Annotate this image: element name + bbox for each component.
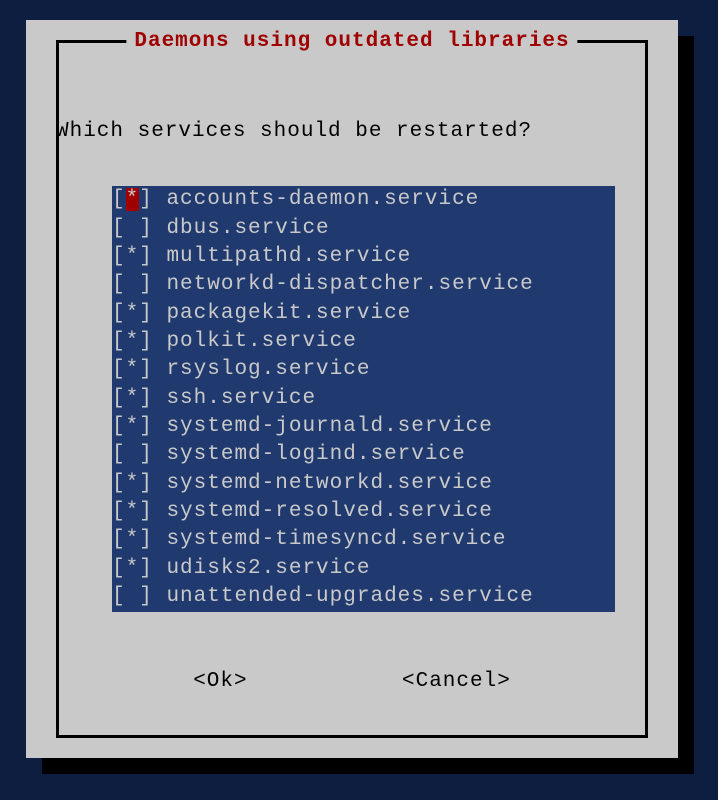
checkbox-mark[interactable]: * [126,415,140,438]
service-item[interactable]: [*] systemd-resolved.service [112,498,615,526]
ok-button[interactable]: <Ok> [193,668,247,696]
checkbox-open-bracket: [ [112,273,126,296]
service-item[interactable]: [*] ssh.service [112,385,615,413]
checkbox-open-bracket: [ [112,500,126,523]
service-item[interactable]: [*] multipathd.service [112,243,615,271]
checkbox-mark[interactable]: * [126,330,140,353]
checkbox-close-bracket: ] [139,245,166,268]
checkbox-open-bracket: [ [112,415,126,438]
checkbox-close-bracket: ] [139,585,166,608]
dialog-title: Daemons using outdated libraries [126,28,577,56]
checkbox-mark[interactable]: * [126,387,140,410]
service-name: udisks2.service [166,557,615,580]
checkbox-mark[interactable]: * [126,245,140,268]
service-item[interactable]: [ ] dbus.service [112,215,615,243]
checkbox-close-bracket: ] [139,387,166,410]
checkbox-close-bracket: ] [139,188,166,211]
service-name: networkd-dispatcher.service [166,273,615,296]
checkbox-open-bracket: [ [112,330,126,353]
service-name: multipathd.service [166,245,615,268]
service-name: systemd-journald.service [166,415,615,438]
checkbox-open-bracket: [ [112,188,126,211]
service-name: ssh.service [166,387,615,410]
dialog-content: Which services should be restarted? [*] … [56,70,648,728]
checkbox-mark[interactable]: * [126,358,140,381]
service-name: systemd-timesyncd.service [166,528,615,551]
checkbox-close-bracket: ] [139,500,166,523]
button-bar: <Ok> <Cancel> [56,668,648,696]
service-name: packagekit.service [166,302,615,325]
checkbox-close-bracket: ] [139,217,166,240]
checkbox-open-bracket: [ [112,557,126,580]
service-name: polkit.service [166,330,615,353]
checkbox-close-bracket: ] [139,472,166,495]
checkbox-close-bracket: ] [139,443,166,466]
service-item[interactable]: [*] rsyslog.service [112,356,615,384]
checkbox-open-bracket: [ [112,387,126,410]
checkbox-mark[interactable]: * [126,557,140,580]
checkbox-open-bracket: [ [112,585,126,608]
service-item[interactable]: [*] accounts-daemon.service [112,186,615,214]
checkbox-open-bracket: [ [112,302,126,325]
checkbox-close-bracket: ] [139,273,166,296]
checkbox-close-bracket: ] [139,302,166,325]
checkbox-open-bracket: [ [112,217,126,240]
checkbox-open-bracket: [ [112,358,126,381]
checkbox-close-bracket: ] [139,528,166,551]
service-item[interactable]: [ ] unattended-upgrades.service [112,583,615,611]
checkbox-mark[interactable] [126,585,140,608]
checkbox-mark[interactable]: * [126,188,140,211]
checkbox-open-bracket: [ [112,245,126,268]
service-name: accounts-daemon.service [166,188,615,211]
service-item[interactable]: [*] systemd-networkd.service [112,470,615,498]
checkbox-close-bracket: ] [139,415,166,438]
service-item[interactable]: [*] systemd-timesyncd.service [112,526,615,554]
service-name: rsyslog.service [166,358,615,381]
cancel-button[interactable]: <Cancel> [402,668,511,696]
service-name: systemd-resolved.service [166,500,615,523]
checkbox-mark[interactable]: * [126,302,140,325]
service-name: dbus.service [166,217,615,240]
checkbox-mark[interactable]: * [126,500,140,523]
checkbox-mark[interactable] [126,217,140,240]
checkbox-close-bracket: ] [139,330,166,353]
checkbox-mark[interactable]: * [126,528,140,551]
checkbox-close-bracket: ] [139,557,166,580]
service-item[interactable]: [*] udisks2.service [112,555,615,583]
dialog-box: Daemons using outdated libraries Which s… [26,20,678,758]
checkbox-open-bracket: [ [112,472,126,495]
checkbox-open-bracket: [ [112,443,126,466]
prompt-text: Which services should be restarted? [56,118,648,146]
service-name: systemd-networkd.service [166,472,615,495]
checkbox-mark[interactable] [126,443,140,466]
checkbox-mark[interactable] [126,273,140,296]
service-item[interactable]: [*] systemd-journald.service [112,413,615,441]
checkbox-close-bracket: ] [139,358,166,381]
service-name: systemd-logind.service [166,443,615,466]
service-item[interactable]: [*] packagekit.service [112,300,615,328]
service-list[interactable]: [*] accounts-daemon.service [ ] dbus.ser… [112,186,615,611]
checkbox-open-bracket: [ [112,528,126,551]
checkbox-mark[interactable]: * [126,472,140,495]
service-name: unattended-upgrades.service [166,585,615,608]
service-item[interactable]: [ ] networkd-dispatcher.service [112,271,615,299]
service-item[interactable]: [ ] systemd-logind.service [112,441,615,469]
service-item[interactable]: [*] polkit.service [112,328,615,356]
